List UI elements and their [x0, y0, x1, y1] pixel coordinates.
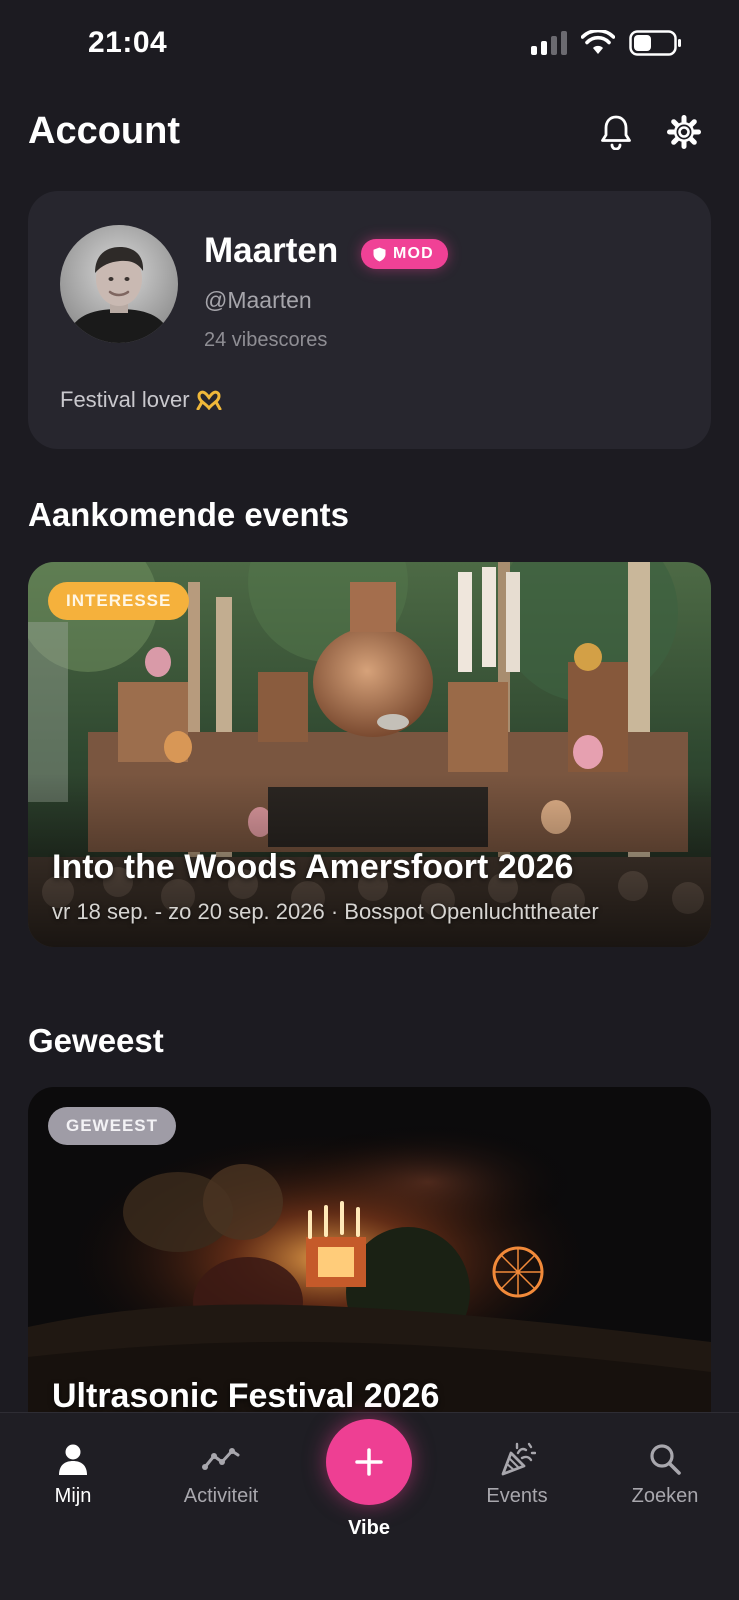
- tab-events[interactable]: Events: [462, 1441, 572, 1508]
- party-popper-icon: [501, 1442, 536, 1476]
- header: Account: [28, 106, 711, 158]
- page-title: Account: [28, 110, 180, 152]
- bell-icon: [601, 115, 631, 150]
- tab-label: Activiteit: [183, 1485, 259, 1507]
- tab-label: Mijn: [54, 1485, 92, 1507]
- profile-bio: Festival lover: [60, 387, 222, 413]
- search-icon: [650, 1444, 681, 1475]
- event-status-badge: GEWEEST: [48, 1107, 177, 1145]
- tab-activiteit[interactable]: Activiteit: [166, 1441, 276, 1508]
- profile-bio-text: Festival lover: [60, 387, 190, 412]
- event-card-upcoming[interactable]: INTERESSE Into the Woods Amersfoort 2026…: [28, 562, 711, 947]
- status-icons: [531, 30, 683, 56]
- tab-bar: Mijn Activiteit Vibe Events Zoeken: [0, 1412, 739, 1600]
- tab-label: Zoeken: [631, 1485, 699, 1507]
- shield-icon: [373, 247, 386, 261]
- event-title: Into the Woods Amersfoort 2026: [52, 848, 574, 886]
- mod-badge: MOD: [361, 239, 448, 269]
- cellular-signal-icon: [531, 31, 567, 55]
- vibescores-count: 24 vibescores: [204, 329, 328, 351]
- add-vibe-button[interactable]: [326, 1419, 412, 1505]
- plus-icon: [355, 1448, 383, 1476]
- event-meta: vr 18 sep. - zo 20 sep. 2026 · Bosspot O…: [52, 899, 599, 924]
- status-time: 21:04: [88, 26, 168, 59]
- activity-icon: [202, 1448, 240, 1470]
- notifications-button[interactable]: [596, 112, 636, 152]
- tab-mijn[interactable]: Mijn: [18, 1441, 128, 1508]
- status-bar: 21:04: [0, 0, 739, 88]
- tab-label: Events: [486, 1485, 548, 1507]
- tab-zoeken[interactable]: Zoeken: [610, 1441, 720, 1508]
- gear-icon: [667, 115, 701, 149]
- upcoming-section-title: Aankomende events: [28, 496, 349, 533]
- past-section-title: Geweest: [28, 1022, 164, 1059]
- event-status-badge: INTERESSE: [48, 582, 190, 620]
- settings-button[interactable]: [664, 112, 704, 152]
- wifi-icon: [581, 30, 615, 54]
- vibe-label: Vibe: [348, 1517, 390, 1539]
- profile-name: Maarten: [204, 231, 339, 270]
- profile-handle: @Maarten: [204, 287, 312, 313]
- event-title: Ultrasonic Festival 2026: [52, 1377, 440, 1415]
- person-icon: [59, 1444, 87, 1475]
- heart-hands-icon: [196, 390, 222, 410]
- battery-icon: [629, 30, 681, 56]
- profile-card[interactable]: Maarten MOD @Maarten 24 vibescores Festi…: [28, 191, 711, 449]
- mod-badge-label: MOD: [393, 245, 434, 262]
- avatar[interactable]: [60, 225, 178, 343]
- event-card-past[interactable]: GEWEEST Ultrasonic Festival 2026: [28, 1087, 711, 1417]
